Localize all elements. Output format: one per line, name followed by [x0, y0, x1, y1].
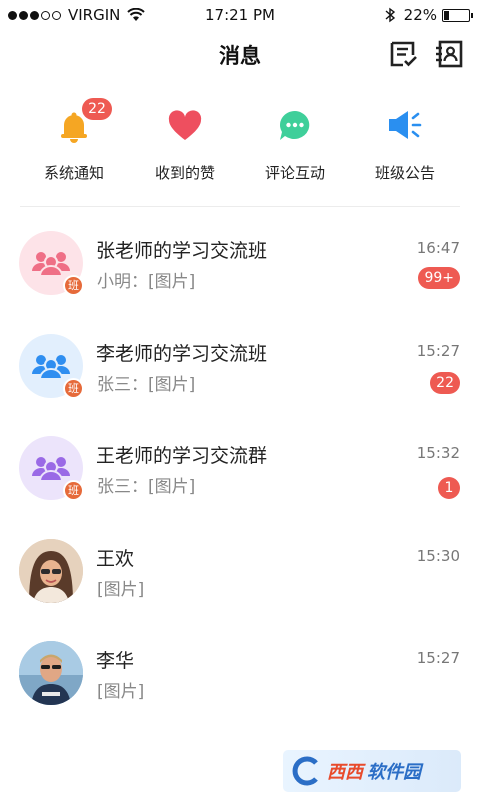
quick-entry-announcement[interactable]: 班级公告: [350, 100, 460, 183]
megaphone-icon: [387, 108, 423, 144]
conversation-name: 张老师的学习交流班: [96, 240, 268, 262]
conversation-item[interactable]: 王欢 [图片] 15:30: [0, 515, 480, 618]
watermark-c-icon: [292, 756, 318, 786]
conversation-list: 班 张老师的学习交流班 小明：[图片] 16:47 99+ 班 李老师的学习交流…: [0, 207, 480, 720]
bluetooth-icon: [385, 7, 395, 23]
contacts-icon[interactable]: [435, 40, 463, 68]
user-photo-icon: [19, 641, 83, 705]
quick-entry-comments[interactable]: 评论互动: [240, 100, 350, 183]
conversation-time: 15:30: [416, 546, 460, 565]
comment-icon: [277, 108, 313, 144]
conversation-time: 15:27: [416, 649, 460, 667]
quick-entry-label: 系统通知: [43, 164, 104, 182]
conversation-time: 15:27: [416, 341, 460, 360]
conversation-preview: [图片]: [97, 682, 145, 702]
conversation-time: 15:32: [416, 444, 460, 462]
battery-status: 22%: [384, 6, 473, 24]
avatar: [19, 641, 83, 705]
group-avatar: 班: [19, 231, 84, 296]
conversation-name: 李老师的学习交流班: [96, 342, 268, 365]
conversation-name: 王欢: [96, 547, 135, 570]
class-tag: 班: [63, 275, 84, 296]
conversation-preview: [图片]: [97, 579, 145, 600]
status-bar: VIRGIN 17:21 PM 22%: [0, 0, 480, 30]
unread-badge: 99+: [418, 267, 460, 289]
conversation-item[interactable]: 班 李老师的学习交流班 张三：[图片] 15:27 22: [0, 310, 480, 413]
conversation-preview: 张三：[图片]: [97, 374, 196, 395]
quick-entry-likes[interactable]: 收到的赞: [130, 100, 240, 183]
group-avatar: 班: [19, 436, 84, 501]
user-photo-icon: [19, 538, 83, 603]
watermark-text: 软件园: [367, 762, 421, 783]
quick-entry-label: 班级公告: [374, 164, 435, 182]
battery-level: [444, 10, 450, 20]
battery-percent: 22%: [403, 6, 437, 24]
heart-icon: [167, 108, 203, 144]
conversation-item[interactable]: 班 张老师的学习交流班 小明：[图片] 16:47 99+: [0, 207, 480, 310]
conversation-preview: 张三：[图片]: [97, 477, 196, 497]
unread-badge: 22: [430, 371, 460, 394]
bell-icon: 22: [56, 98, 112, 144]
avatar: [19, 538, 83, 603]
watermark-text: 西西: [327, 762, 363, 783]
group-avatar: 班: [19, 333, 84, 399]
quick-entry-system-notice[interactable]: 22 系统通知: [19, 98, 129, 183]
notice-badge: 22: [82, 98, 112, 120]
quick-entry-label: 收到的赞: [154, 164, 215, 182]
class-tag: 班: [63, 377, 84, 399]
quick-entries: 22 系统通知 收到的赞 评论互动 班级公告: [0, 98, 480, 200]
conversation-name: 李华: [96, 650, 135, 672]
conversation-time: 16:47: [416, 239, 460, 257]
unread-badge: 1: [438, 477, 460, 499]
conversation-item[interactable]: 班 王老师的学习交流群 张三：[图片] 15:32 1: [0, 412, 480, 515]
conversation-item[interactable]: 李华 [图片] 15:27: [0, 617, 480, 720]
watermark-logo: 西西 软件园: [283, 750, 461, 792]
conversation-preview: 小明：[图片]: [97, 272, 196, 292]
conversation-name: 王老师的学习交流群: [96, 445, 268, 467]
quick-entry-label: 评论互动: [264, 164, 325, 182]
edit-list-icon[interactable]: [389, 40, 417, 68]
class-tag: 班: [63, 480, 84, 501]
battery-icon: [442, 8, 473, 22]
